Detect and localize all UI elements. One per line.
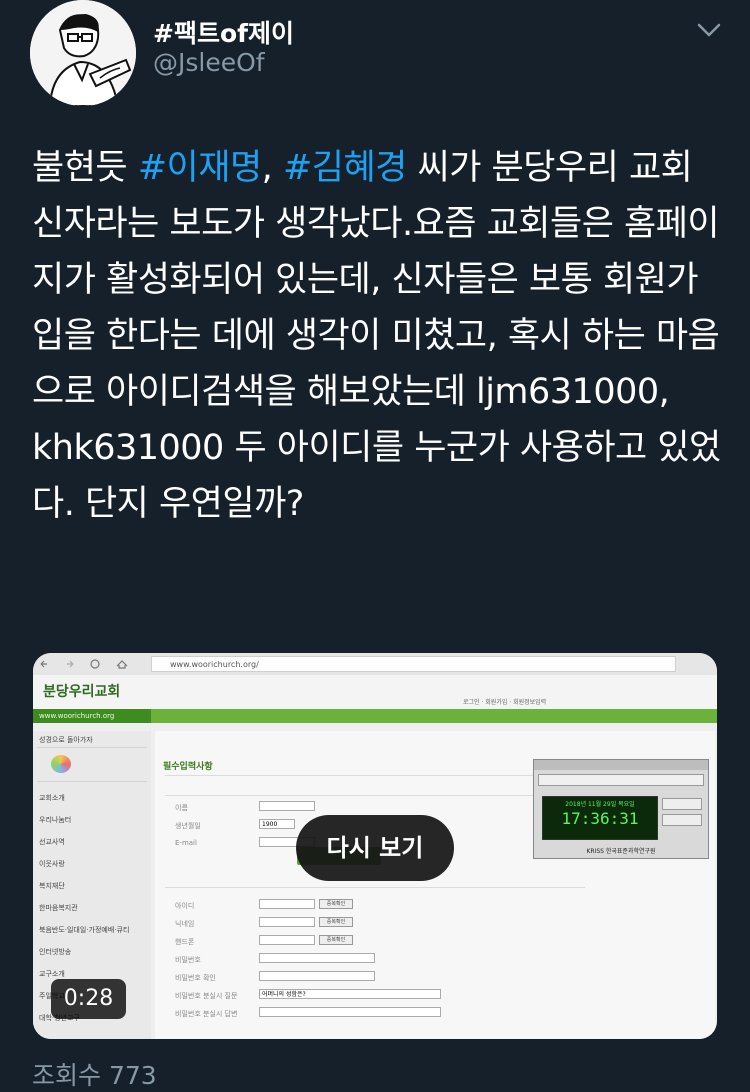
site-logo: 분당우리교회	[43, 684, 121, 700]
form-title: 필수입력사항	[163, 762, 213, 772]
replay-button[interactable]: 다시 보기	[296, 815, 454, 881]
widget-tabs	[538, 774, 704, 786]
side-item: 이웃사랑	[39, 860, 65, 868]
side-item: 인터넷방송	[39, 948, 72, 956]
video-duration-badge: 0:28	[51, 979, 126, 1019]
side-item: 성경으로 돌아가자	[39, 736, 93, 744]
field-label: 닉네임	[175, 920, 195, 928]
colorful-logo-icon	[51, 755, 71, 773]
divider	[37, 747, 147, 748]
side-item: 교구소개	[39, 970, 65, 978]
side-item: 선교사역	[39, 838, 65, 846]
url-bar: www.woorichurch.org/	[151, 656, 676, 672]
handle[interactable]: @JsleeOf	[153, 48, 265, 77]
field-label: 비밀번호 분실시 질문	[175, 992, 238, 1000]
answer-field	[259, 1007, 441, 1017]
tweet-text-part: 불현듯	[32, 148, 138, 188]
browser-toolbar: www.woorichurch.org/	[33, 653, 717, 675]
divider	[165, 775, 585, 776]
site-top-links: 로그인 · 회원가입 · 회원정보입력	[463, 699, 547, 706]
widget-button	[662, 798, 702, 810]
tweet-text-part: ,	[261, 148, 283, 188]
field-label: 비밀번호 분실시 답변	[175, 1010, 238, 1018]
cartoon-man-drawing-avatar-icon	[30, 0, 136, 106]
dup-check-button: 중복확인	[319, 935, 353, 945]
id-field	[259, 899, 315, 909]
hashtag-link[interactable]: #김혜경	[283, 148, 407, 188]
clock-org-label: KRISS 한국표준과학연구원	[586, 848, 656, 855]
name-field	[259, 801, 315, 811]
avatar[interactable]	[30, 0, 136, 106]
clock-date: 2018년 11월 29일 목요일	[565, 801, 635, 808]
tweet-text-part: 씨가 분당우리 교회 신자라는 보도가 생각났다.요즘 교회들은 홈페이지가 활…	[32, 148, 721, 524]
standard-time-widget: 2018년 11월 29일 목요일 17:36:31 KRISS 한국표준과학연…	[533, 759, 709, 859]
tweet-header: #팩트of제이 @JsleeOf	[0, 0, 750, 110]
display-name[interactable]: #팩트of제이	[153, 14, 294, 50]
tweet-text: 불현듯 #이재명, #김혜경 씨가 분당우리 교회 신자라는 보도가 생각났다.…	[32, 140, 722, 532]
divider	[37, 781, 147, 782]
chevron-down-icon[interactable]	[695, 20, 723, 40]
field-label: E-mail	[175, 839, 197, 847]
password-confirm-field	[259, 971, 375, 981]
password-field	[259, 953, 375, 963]
divider	[165, 887, 585, 888]
birth-year-select: 1900	[259, 819, 295, 829]
dup-check-button: 중복확인	[319, 899, 353, 909]
browser-nav-icons	[40, 659, 128, 669]
side-item: 우리나눔터	[39, 816, 72, 824]
side-item: 북음반도·일대일·가정예배·큐티	[39, 926, 130, 934]
side-item: 한마음복지관	[39, 904, 78, 912]
video-player[interactable]: www.woorichurch.org/ 분당우리교회 로그인 · 회원가입 ·…	[33, 653, 717, 1039]
widget-button	[662, 814, 702, 826]
widget-titlebar	[534, 760, 708, 770]
clock-display: 2018년 11월 29일 목요일 17:36:31	[542, 796, 658, 840]
hashtag-link[interactable]: #이재명	[138, 148, 262, 188]
side-item: 교회소개	[39, 794, 65, 802]
nickname-field	[259, 917, 315, 927]
field-label: 아이디	[175, 902, 195, 910]
field-label: 생년월일	[175, 822, 201, 830]
field-label: 이름	[175, 804, 188, 812]
question-select: 어머니의 성함은?	[259, 989, 441, 999]
side-item: 복지재단	[39, 882, 65, 890]
phone-field	[259, 935, 315, 945]
dup-check-button: 중복확인	[319, 917, 353, 927]
field-label: 비밀번호 확인	[175, 974, 216, 982]
divider	[165, 795, 585, 796]
field-label: 비밀번호	[175, 956, 201, 964]
field-label: 핸드폰	[175, 938, 195, 946]
clock-time: 17:36:31	[561, 809, 639, 828]
site-url-label: www.woorichurch.org	[33, 709, 151, 723]
